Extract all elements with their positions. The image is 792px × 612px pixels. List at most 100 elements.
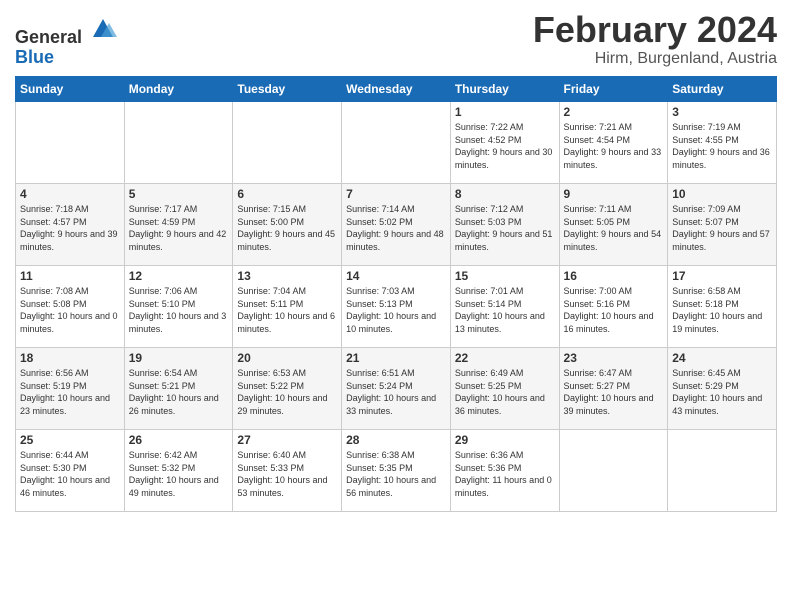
sunrise-text: Sunrise: 6:38 AM bbox=[346, 450, 415, 460]
cell-content: Sunrise: 7:04 AM Sunset: 5:11 PM Dayligh… bbox=[237, 285, 337, 335]
calendar-cell: 8 Sunrise: 7:12 AM Sunset: 5:03 PM Dayli… bbox=[450, 184, 559, 266]
daylight-text: Daylight: 10 hours and 33 minutes. bbox=[346, 393, 436, 416]
calendar-cell: 18 Sunrise: 6:56 AM Sunset: 5:19 PM Dayl… bbox=[16, 348, 125, 430]
day-number: 13 bbox=[237, 269, 337, 283]
sunrise-text: Sunrise: 6:36 AM bbox=[455, 450, 524, 460]
day-number: 10 bbox=[672, 187, 772, 201]
sunset-text: Sunset: 5:32 PM bbox=[129, 463, 196, 473]
calendar-cell: 20 Sunrise: 6:53 AM Sunset: 5:22 PM Dayl… bbox=[233, 348, 342, 430]
sunset-text: Sunset: 5:07 PM bbox=[672, 217, 739, 227]
day-number: 12 bbox=[129, 269, 229, 283]
daylight-text: Daylight: 10 hours and 19 minutes. bbox=[672, 311, 762, 334]
calendar-cell: 9 Sunrise: 7:11 AM Sunset: 5:05 PM Dayli… bbox=[559, 184, 668, 266]
header-saturday: Saturday bbox=[668, 77, 777, 102]
day-number: 4 bbox=[20, 187, 120, 201]
calendar-cell: 1 Sunrise: 7:22 AM Sunset: 4:52 PM Dayli… bbox=[450, 102, 559, 184]
sunrise-text: Sunrise: 6:49 AM bbox=[455, 368, 524, 378]
sunset-text: Sunset: 4:59 PM bbox=[129, 217, 196, 227]
day-number: 26 bbox=[129, 433, 229, 447]
daylight-text: Daylight: 9 hours and 54 minutes. bbox=[564, 229, 662, 252]
calendar-cell bbox=[342, 102, 451, 184]
cell-content: Sunrise: 6:44 AM Sunset: 5:30 PM Dayligh… bbox=[20, 449, 120, 499]
day-number: 11 bbox=[20, 269, 120, 283]
daylight-text: Daylight: 9 hours and 48 minutes. bbox=[346, 229, 444, 252]
sunrise-text: Sunrise: 6:45 AM bbox=[672, 368, 741, 378]
daylight-text: Daylight: 10 hours and 10 minutes. bbox=[346, 311, 436, 334]
sunset-text: Sunset: 5:21 PM bbox=[129, 381, 196, 391]
sunrise-text: Sunrise: 7:15 AM bbox=[237, 204, 306, 214]
sunset-text: Sunset: 5:03 PM bbox=[455, 217, 522, 227]
daylight-text: Daylight: 11 hours and 0 minutes. bbox=[455, 475, 552, 498]
sunrise-text: Sunrise: 6:56 AM bbox=[20, 368, 89, 378]
sunset-text: Sunset: 5:18 PM bbox=[672, 299, 739, 309]
sunrise-text: Sunrise: 7:17 AM bbox=[129, 204, 198, 214]
sunset-text: Sunset: 5:05 PM bbox=[564, 217, 631, 227]
calendar-cell: 25 Sunrise: 6:44 AM Sunset: 5:30 PM Dayl… bbox=[16, 430, 125, 512]
day-number: 7 bbox=[346, 187, 446, 201]
sunrise-text: Sunrise: 7:14 AM bbox=[346, 204, 415, 214]
sunrise-text: Sunrise: 7:06 AM bbox=[129, 286, 198, 296]
day-number: 21 bbox=[346, 351, 446, 365]
sunrise-text: Sunrise: 7:22 AM bbox=[455, 122, 524, 132]
calendar-week-5: 25 Sunrise: 6:44 AM Sunset: 5:30 PM Dayl… bbox=[16, 430, 777, 512]
daylight-text: Daylight: 10 hours and 36 minutes. bbox=[455, 393, 545, 416]
main-container: General Blue February 2024 Hirm, Burgenl… bbox=[0, 0, 792, 517]
daylight-text: Daylight: 10 hours and 23 minutes. bbox=[20, 393, 110, 416]
calendar-cell: 16 Sunrise: 7:00 AM Sunset: 5:16 PM Dayl… bbox=[559, 266, 668, 348]
calendar-cell: 28 Sunrise: 6:38 AM Sunset: 5:35 PM Dayl… bbox=[342, 430, 451, 512]
daylight-text: Daylight: 10 hours and 13 minutes. bbox=[455, 311, 545, 334]
cell-content: Sunrise: 6:36 AM Sunset: 5:36 PM Dayligh… bbox=[455, 449, 555, 499]
sunrise-text: Sunrise: 6:44 AM bbox=[20, 450, 89, 460]
cell-content: Sunrise: 6:53 AM Sunset: 5:22 PM Dayligh… bbox=[237, 367, 337, 417]
calendar-cell: 15 Sunrise: 7:01 AM Sunset: 5:14 PM Dayl… bbox=[450, 266, 559, 348]
cell-content: Sunrise: 6:38 AM Sunset: 5:35 PM Dayligh… bbox=[346, 449, 446, 499]
sunrise-text: Sunrise: 7:08 AM bbox=[20, 286, 89, 296]
cell-content: Sunrise: 7:21 AM Sunset: 4:54 PM Dayligh… bbox=[564, 121, 664, 171]
day-number: 23 bbox=[564, 351, 664, 365]
sunset-text: Sunset: 5:13 PM bbox=[346, 299, 413, 309]
calendar-cell: 5 Sunrise: 7:17 AM Sunset: 4:59 PM Dayli… bbox=[124, 184, 233, 266]
logo: General Blue bbox=[15, 15, 117, 68]
sunrise-text: Sunrise: 7:03 AM bbox=[346, 286, 415, 296]
location: Hirm, Burgenland, Austria bbox=[533, 50, 777, 68]
calendar-cell: 2 Sunrise: 7:21 AM Sunset: 4:54 PM Dayli… bbox=[559, 102, 668, 184]
calendar-cell bbox=[233, 102, 342, 184]
calendar-week-3: 11 Sunrise: 7:08 AM Sunset: 5:08 PM Dayl… bbox=[16, 266, 777, 348]
daylight-text: Daylight: 9 hours and 30 minutes. bbox=[455, 147, 553, 170]
day-number: 6 bbox=[237, 187, 337, 201]
sunset-text: Sunset: 5:36 PM bbox=[455, 463, 522, 473]
daylight-text: Daylight: 10 hours and 16 minutes. bbox=[564, 311, 654, 334]
calendar-cell bbox=[668, 430, 777, 512]
daylight-text: Daylight: 10 hours and 46 minutes. bbox=[20, 475, 110, 498]
sunset-text: Sunset: 4:55 PM bbox=[672, 135, 739, 145]
calendar-cell: 29 Sunrise: 6:36 AM Sunset: 5:36 PM Dayl… bbox=[450, 430, 559, 512]
cell-content: Sunrise: 6:47 AM Sunset: 5:27 PM Dayligh… bbox=[564, 367, 664, 417]
calendar-cell: 11 Sunrise: 7:08 AM Sunset: 5:08 PM Dayl… bbox=[16, 266, 125, 348]
header-sunday: Sunday bbox=[16, 77, 125, 102]
calendar-cell: 24 Sunrise: 6:45 AM Sunset: 5:29 PM Dayl… bbox=[668, 348, 777, 430]
header-tuesday: Tuesday bbox=[233, 77, 342, 102]
calendar-table: Sunday Monday Tuesday Wednesday Thursday… bbox=[15, 76, 777, 512]
day-number: 20 bbox=[237, 351, 337, 365]
header-wednesday: Wednesday bbox=[342, 77, 451, 102]
cell-content: Sunrise: 6:51 AM Sunset: 5:24 PM Dayligh… bbox=[346, 367, 446, 417]
sunrise-text: Sunrise: 6:40 AM bbox=[237, 450, 306, 460]
daylight-text: Daylight: 9 hours and 39 minutes. bbox=[20, 229, 118, 252]
sunset-text: Sunset: 5:02 PM bbox=[346, 217, 413, 227]
cell-content: Sunrise: 6:58 AM Sunset: 5:18 PM Dayligh… bbox=[672, 285, 772, 335]
day-number: 25 bbox=[20, 433, 120, 447]
daylight-text: Daylight: 10 hours and 6 minutes. bbox=[237, 311, 335, 334]
sunset-text: Sunset: 5:33 PM bbox=[237, 463, 304, 473]
sunset-text: Sunset: 5:22 PM bbox=[237, 381, 304, 391]
calendar-week-1: 1 Sunrise: 7:22 AM Sunset: 4:52 PM Dayli… bbox=[16, 102, 777, 184]
day-number: 3 bbox=[672, 105, 772, 119]
sunrise-text: Sunrise: 7:11 AM bbox=[564, 204, 632, 214]
calendar-week-2: 4 Sunrise: 7:18 AM Sunset: 4:57 PM Dayli… bbox=[16, 184, 777, 266]
day-number: 9 bbox=[564, 187, 664, 201]
sunset-text: Sunset: 5:25 PM bbox=[455, 381, 522, 391]
day-number: 8 bbox=[455, 187, 555, 201]
daylight-text: Daylight: 9 hours and 57 minutes. bbox=[672, 229, 770, 252]
day-number: 24 bbox=[672, 351, 772, 365]
cell-content: Sunrise: 7:12 AM Sunset: 5:03 PM Dayligh… bbox=[455, 203, 555, 253]
sunrise-text: Sunrise: 7:09 AM bbox=[672, 204, 741, 214]
